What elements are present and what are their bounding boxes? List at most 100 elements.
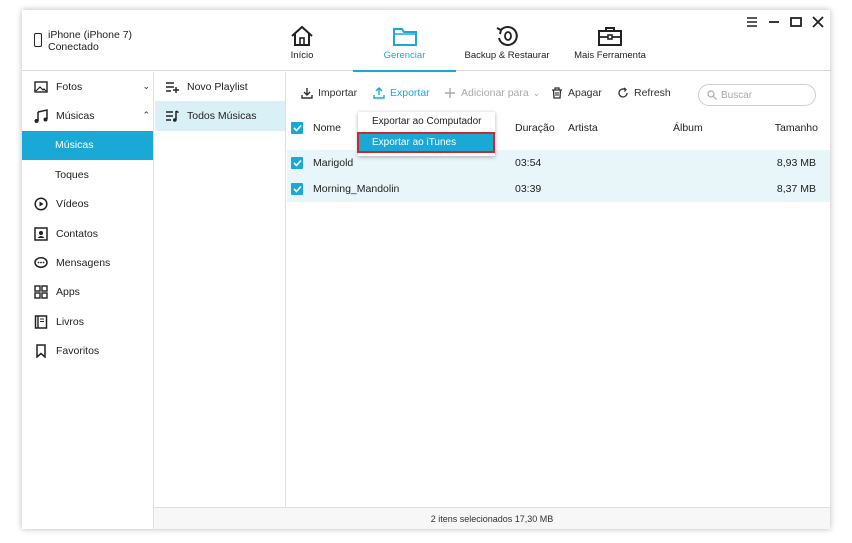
new-playlist-label: Novo Playlist <box>187 80 248 93</box>
plus-icon <box>445 88 455 98</box>
export-dropdown-menu: Exportar ao Computador Exportar ao iTune… <box>357 112 495 156</box>
top-bar: iPhone (iPhone 7) Conectado Início Geren… <box>22 10 830 72</box>
sidebar-item-label: Vídeos <box>56 198 89 211</box>
search-input[interactable]: Buscar <box>698 84 816 106</box>
selection-status: 2 itens selecionados 17,30 MB <box>430 513 554 524</box>
tab-mais-label: Mais Ferramenta <box>574 50 646 61</box>
book-icon <box>34 315 48 329</box>
sidebar-item-livros[interactable]: Livros <box>22 307 153 336</box>
sidebar-item-musicas-sub[interactable]: Músicas <box>22 130 153 161</box>
device-name: iPhone (iPhone 7) <box>48 29 133 41</box>
export-to-computer-option[interactable]: Exportar ao Computador <box>358 112 495 131</box>
refresh-icon <box>618 87 628 98</box>
export-label: Exportar <box>390 87 430 99</box>
trash-icon <box>552 87 562 99</box>
maximize-icon[interactable] <box>790 16 802 28</box>
sidebar-item-contatos[interactable]: Contatos <box>22 219 153 248</box>
song-name: Morning_Mandolin <box>313 183 400 195</box>
sidebar-item-toques[interactable]: Toques <box>22 160 153 189</box>
sidebar-item-label: Favoritos <box>56 345 100 358</box>
sidebar-item-label: Fotos <box>56 80 83 93</box>
new-playlist-item[interactable]: Novo Playlist <box>155 72 285 101</box>
sidebar: Fotos ⌄ Músicas ⌃ Músicas Toques Vídeos … <box>22 72 154 529</box>
all-music-label: Todos Músicas <box>187 110 257 123</box>
home-icon <box>291 25 313 46</box>
chevron-down-icon[interactable]: ⌄ <box>142 81 150 92</box>
sidebar-item-label: Toques <box>55 168 89 181</box>
minimize-icon[interactable] <box>768 16 780 28</box>
add-playlist-icon <box>165 81 179 93</box>
export-button[interactable]: Exportar <box>373 87 430 99</box>
tab-gerenciar[interactable]: Gerenciar <box>353 10 456 72</box>
sidebar-item-musicas[interactable]: Músicas ⌃ <box>22 101 153 130</box>
folder-icon <box>392 28 417 46</box>
bookmark-icon <box>34 344 48 359</box>
sidebar-item-favoritos[interactable]: Favoritos <box>22 337 153 366</box>
import-button[interactable]: Importar <box>301 87 357 99</box>
message-icon <box>34 256 48 270</box>
sidebar-item-label: Livros <box>56 315 85 328</box>
backup-restore-icon <box>496 25 518 46</box>
export-icon <box>373 87 385 99</box>
sidebar-item-label: Músicas <box>55 139 94 152</box>
tab-backup-label: Backup & Restaurar <box>464 50 550 61</box>
tab-inicio[interactable]: Início <box>280 10 324 71</box>
refresh-button[interactable]: Refresh <box>617 87 671 99</box>
device-info[interactable]: iPhone (iPhone 7) Conectado <box>34 29 132 53</box>
sidebar-item-videos[interactable]: Vídeos <box>22 190 153 219</box>
window-controls <box>746 16 824 28</box>
tab-backup-restaurar[interactable]: Backup & Restaurar <box>464 10 550 71</box>
column-header-album[interactable]: Álbum <box>673 117 703 139</box>
delete-label: Apagar <box>568 87 602 99</box>
sidebar-item-mensagens[interactable]: Mensagens <box>22 248 153 277</box>
table-row[interactable]: Morning_Mandolin 03:39 8,37 MB <box>287 176 830 202</box>
sidebar-item-label: Contatos <box>56 227 99 240</box>
toolbox-icon <box>598 27 622 46</box>
tab-inicio-label: Início <box>290 50 314 61</box>
tab-gerenciar-label: Gerenciar <box>383 50 426 61</box>
app-window: iPhone (iPhone 7) Conectado Início Geren… <box>22 10 830 529</box>
column-header-artista[interactable]: Artista <box>568 117 598 139</box>
song-size: 8,37 MB <box>776 183 816 195</box>
sidebar-item-apps[interactable]: Apps <box>22 278 153 307</box>
add-to-label: Adicionar para <box>461 87 529 99</box>
menu-icon[interactable] <box>746 16 758 28</box>
playlist-panel: Novo Playlist Todos Músicas <box>155 72 286 529</box>
sidebar-item-fotos[interactable]: Fotos ⌄ <box>22 72 153 101</box>
column-header-duracao[interactable]: Duração <box>515 117 555 139</box>
refresh-label: Refresh <box>634 87 671 99</box>
song-name: Marigold <box>313 157 354 169</box>
photo-icon <box>34 80 48 94</box>
import-icon <box>301 88 313 99</box>
song-size: 8,93 MB <box>776 157 816 169</box>
sidebar-item-label: Músicas <box>56 110 95 123</box>
column-header-nome[interactable]: Nome <box>313 117 341 139</box>
select-all-checkbox[interactable] <box>291 117 303 139</box>
status-bar: 2 itens selecionados 17,30 MB <box>154 507 830 529</box>
import-label: Importar <box>318 87 358 99</box>
playlist-icon <box>165 110 179 122</box>
apps-grid-icon <box>34 285 48 300</box>
search-placeholder: Buscar <box>721 89 753 101</box>
tab-mais-ferramenta[interactable]: Mais Ferramenta <box>574 10 646 71</box>
contact-icon <box>34 226 48 241</box>
close-icon[interactable] <box>812 16 824 28</box>
song-duration: 03:54 <box>515 157 542 169</box>
sidebar-item-label: Apps <box>56 286 80 299</box>
chevron-up-icon[interactable]: ⌃ <box>142 110 150 121</box>
export-to-itunes-option[interactable]: Exportar ao iTunes <box>357 132 495 153</box>
sidebar-item-label: Mensagens <box>56 257 111 270</box>
all-music-item[interactable]: Todos Músicas <box>155 101 285 131</box>
add-to-button[interactable]: Adicionar para ⌄ <box>444 87 540 99</box>
play-circle-icon <box>34 197 48 211</box>
column-header-tamanho[interactable]: Tamanho <box>775 117 818 139</box>
phone-icon <box>34 33 42 47</box>
toolbar: Importar Exportar Adicionar para ⌄ Apaga… <box>287 72 830 116</box>
row-checkbox[interactable] <box>291 150 303 176</box>
row-checkbox[interactable] <box>291 176 303 202</box>
music-note-icon <box>34 109 48 124</box>
device-status: Conectado <box>48 41 99 53</box>
search-icon <box>707 90 717 100</box>
delete-button[interactable]: Apagar <box>551 87 602 99</box>
chevron-down-icon: ⌄ <box>532 87 541 98</box>
